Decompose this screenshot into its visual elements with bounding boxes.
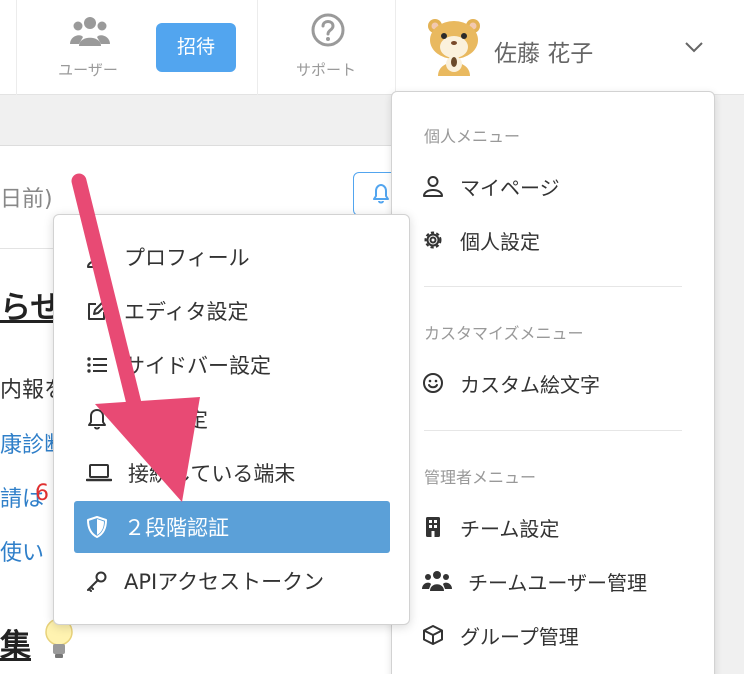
top-bar: ユーザー 招待 サポート 佐藤 花子 bbox=[0, 0, 744, 95]
menu-item-two-factor-auth[interactable]: ２段階認証 bbox=[74, 501, 390, 553]
bell-icon bbox=[88, 409, 106, 430]
link-text[interactable]: 使い bbox=[0, 535, 44, 567]
menu-item-profile[interactable]: プロフィール bbox=[74, 231, 390, 283]
menu-item-label: サイドバー設定 bbox=[124, 354, 271, 378]
shield-icon bbox=[87, 516, 107, 538]
smile-icon bbox=[423, 373, 443, 393]
menu-item-label: チームユーザー管理 bbox=[468, 570, 647, 595]
nav-support-label: サポート bbox=[295, 61, 356, 79]
menu-item-connected-devices[interactable]: 接続している端末 bbox=[74, 447, 390, 499]
avatar bbox=[428, 19, 480, 76]
building-icon bbox=[426, 517, 440, 537]
section-label-personal: 個人メニュー bbox=[424, 127, 521, 146]
list-icon bbox=[87, 357, 107, 373]
users-icon bbox=[422, 571, 452, 591]
divider bbox=[424, 430, 682, 431]
question-circle-icon bbox=[311, 13, 345, 47]
bell-icon bbox=[373, 184, 389, 204]
chevron-down-icon bbox=[685, 42, 703, 53]
menu-item-team-settings[interactable]: チーム設定 bbox=[422, 507, 559, 547]
menu-item-custom-emoji[interactable]: カスタム絵文字 bbox=[422, 363, 600, 403]
section-label-admin: 管理者メニュー bbox=[424, 468, 537, 487]
menu-item-label: カスタム絵文字 bbox=[460, 372, 600, 397]
menu-item-label: エディタ設定 bbox=[124, 300, 249, 324]
menu-item-api-access-token[interactable]: APIアクセストークン bbox=[74, 555, 390, 607]
invite-button[interactable]: 招待 bbox=[156, 23, 236, 72]
menu-item-editor-settings[interactable]: エディタ設定 bbox=[74, 285, 390, 337]
menu-item-label: 接続している端末 bbox=[128, 462, 296, 486]
divider bbox=[424, 286, 682, 287]
menu-item-label: APIアクセストークン bbox=[124, 570, 325, 594]
settings-popup-menu: プロフィール エディタ設定 サイドバー設定 通知設定 接続している端末 ２段階認… bbox=[53, 214, 410, 625]
user-icon bbox=[423, 176, 443, 197]
menu-item-team-user-management[interactable]: チームユーザー管理 bbox=[422, 561, 647, 601]
user-dropdown-menu: 個人メニュー マイページ 個人設定 カスタマイズメニュー カスタム絵文字 管理者… bbox=[391, 91, 715, 674]
nav-support[interactable]: サポート bbox=[272, 0, 380, 95]
menu-item-label: ２段階認証 bbox=[124, 516, 229, 540]
user-name: 佐藤 花子 bbox=[494, 41, 594, 67]
menu-item-sidebar-settings[interactable]: サイドバー設定 bbox=[74, 339, 390, 391]
users-icon bbox=[70, 17, 110, 46]
divider bbox=[257, 0, 258, 95]
cube-icon bbox=[423, 625, 443, 645]
user-icon bbox=[87, 247, 107, 268]
edit-icon bbox=[88, 301, 107, 320]
menu-item-notification-settings[interactable]: 通知設定 bbox=[74, 393, 390, 445]
menu-item-label: チーム設定 bbox=[460, 516, 560, 541]
menu-item-label: 個人設定 bbox=[460, 229, 540, 254]
nav-users-label: ユーザー bbox=[58, 61, 118, 79]
highlight-number: 6 bbox=[35, 481, 49, 506]
menu-item-label: グループ管理 bbox=[460, 624, 579, 649]
menu-item-label: 通知設定 bbox=[124, 408, 208, 432]
menu-item-mypage[interactable]: マイページ bbox=[422, 166, 560, 206]
laptop-icon bbox=[86, 464, 112, 482]
menu-item-personal-settings[interactable]: 個人設定 bbox=[422, 220, 540, 260]
date-fragment: 日前) bbox=[0, 187, 53, 212]
menu-item-group-management[interactable]: グループ管理 bbox=[422, 615, 579, 655]
nav-users[interactable]: ユーザー bbox=[40, 0, 136, 95]
menu-item-label: プロフィール bbox=[124, 246, 250, 270]
gear-icon bbox=[424, 231, 442, 249]
key-icon bbox=[87, 571, 107, 592]
section-heading: 集 bbox=[0, 628, 31, 664]
menu-item-label: マイページ bbox=[460, 175, 560, 200]
user-menu-toggle[interactable]: 佐藤 花子 bbox=[396, 0, 744, 95]
section-label-customize: カスタマイズメニュー bbox=[424, 324, 584, 343]
divider bbox=[16, 0, 17, 95]
